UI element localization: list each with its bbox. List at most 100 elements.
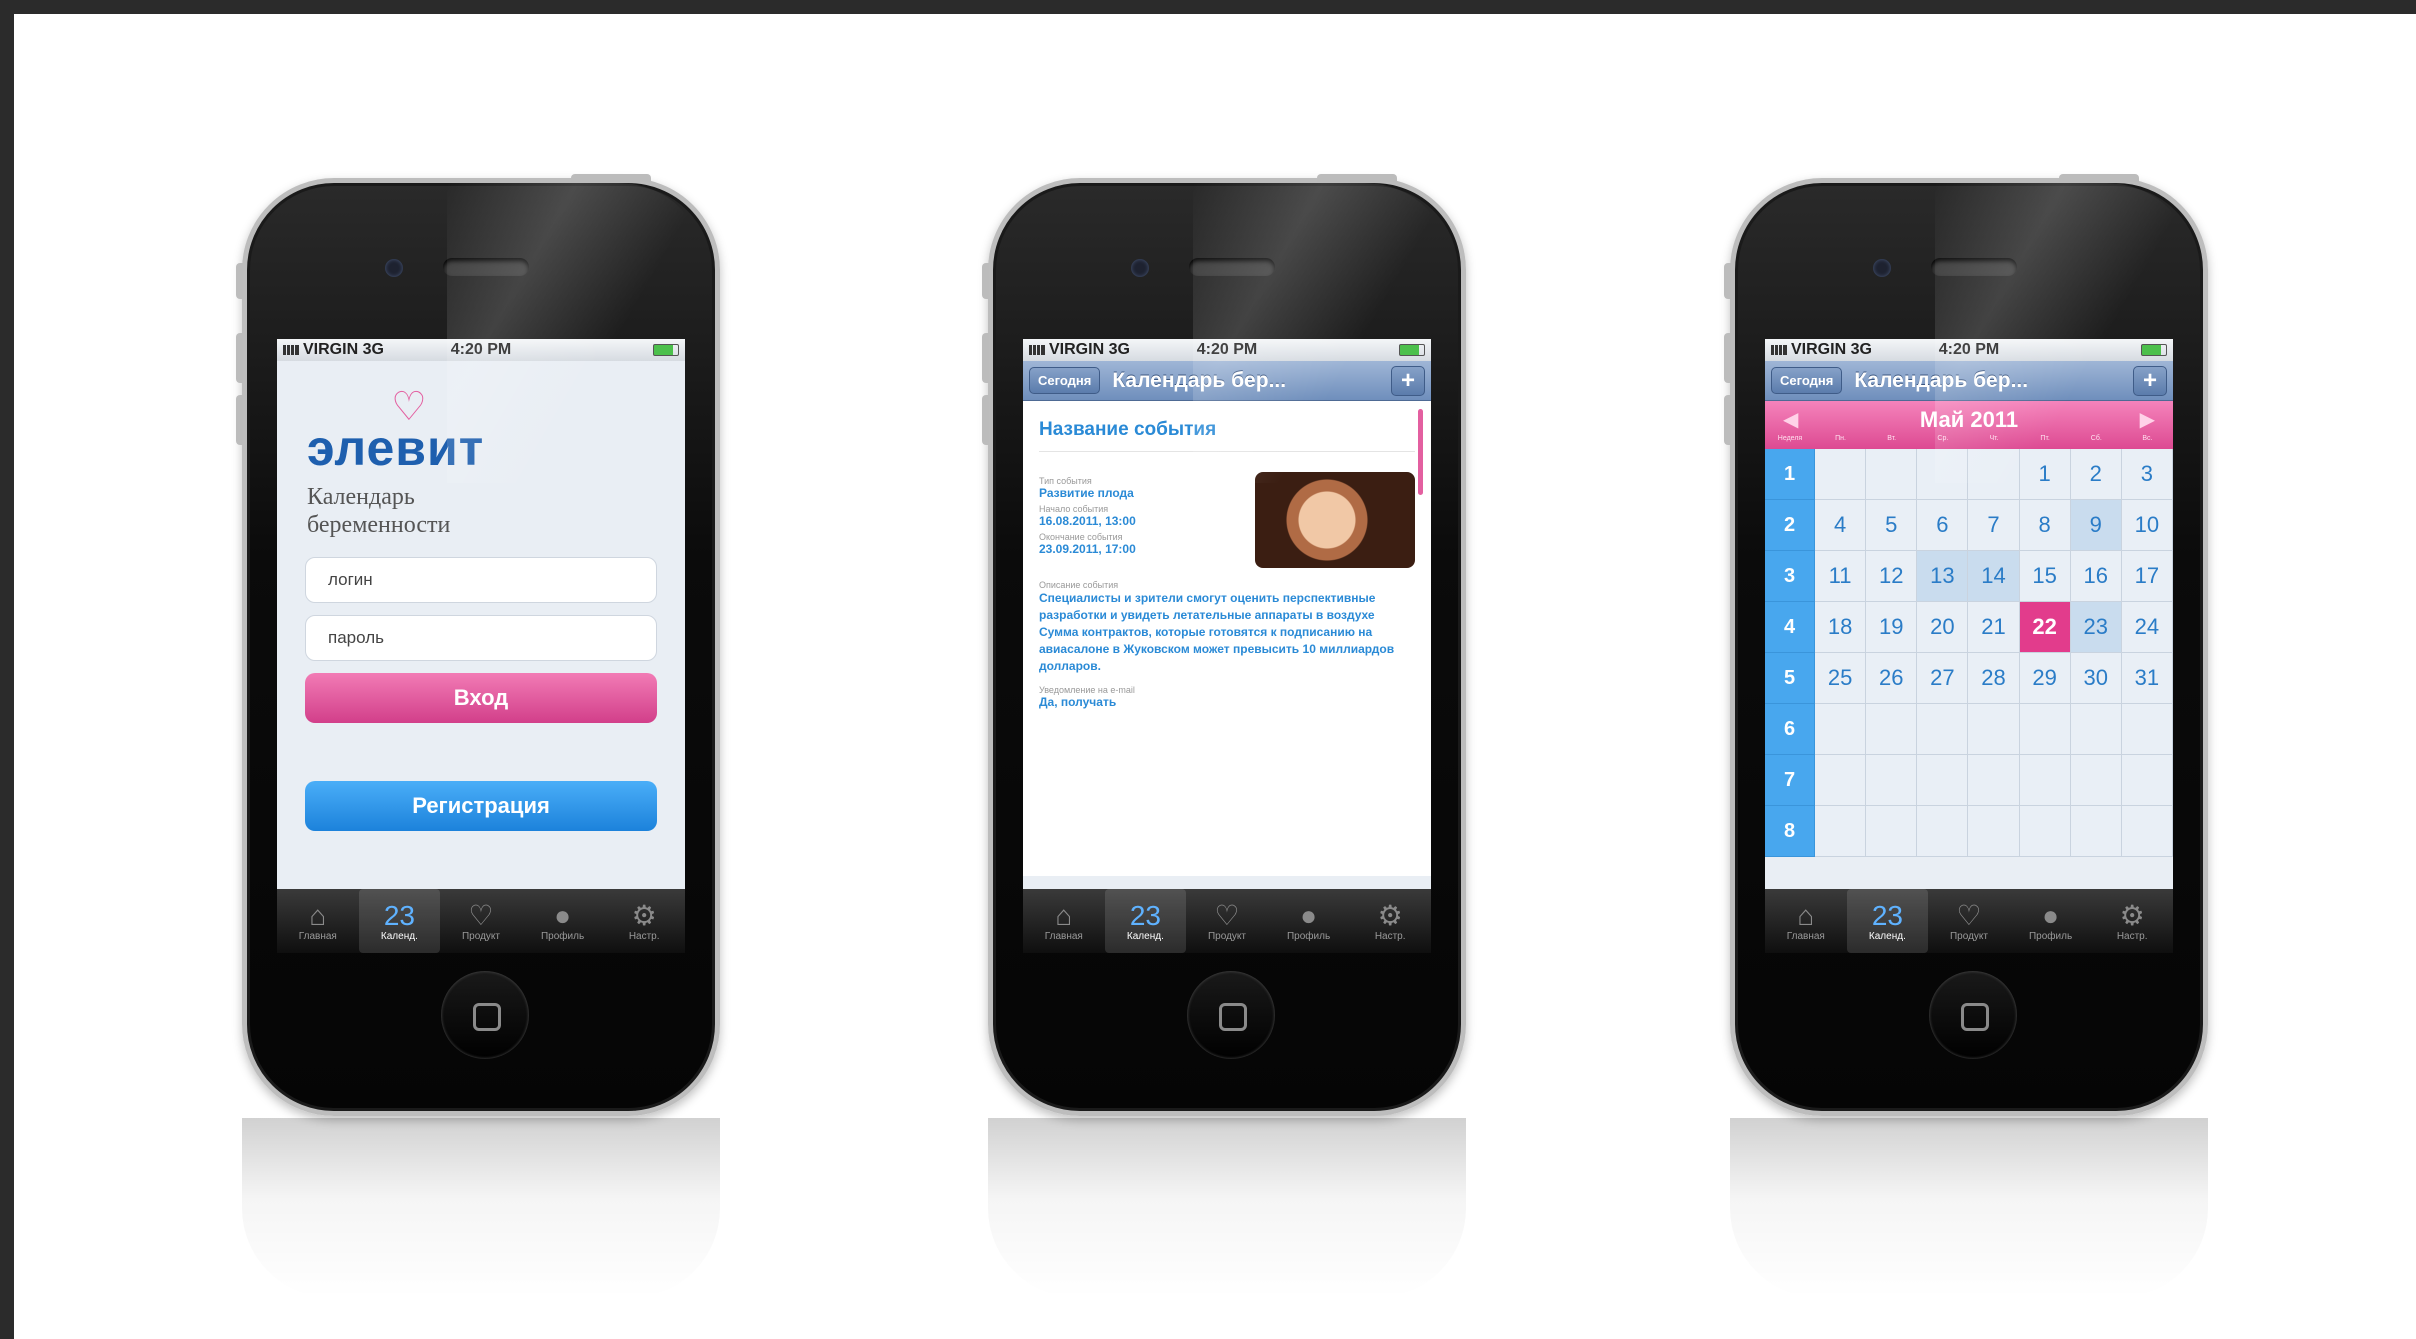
- home-icon: ⌂: [1797, 899, 1815, 931]
- login-input[interactable]: логин: [305, 557, 657, 603]
- calendar-day[interactable]: 25: [1815, 653, 1867, 704]
- type-label: Тип события: [1039, 476, 1092, 486]
- calendar-day[interactable]: 14: [1968, 551, 2020, 602]
- tab-product[interactable]: ♡ Продукт: [1928, 889, 2010, 953]
- earpiece-speaker: [1931, 258, 2017, 276]
- calendar-day[interactable]: 19: [1866, 602, 1918, 653]
- mute-switch: [1724, 263, 1731, 299]
- calendar-day[interactable]: 24: [2121, 602, 2173, 653]
- next-month-icon[interactable]: ▶: [2140, 407, 2155, 432]
- mute-switch: [236, 263, 243, 299]
- calendar-day[interactable]: 22: [2019, 602, 2071, 653]
- calendar-day[interactable]: 11: [1815, 551, 1867, 602]
- front-camera: [385, 259, 403, 277]
- calendar-day[interactable]: 7: [1968, 500, 2020, 551]
- phone-reflection: [242, 1118, 720, 1298]
- calendar-day[interactable]: 23: [2070, 602, 2122, 653]
- tab-settings[interactable]: ⚙ Настр.: [2091, 889, 2173, 953]
- earpiece-speaker: [1189, 258, 1275, 276]
- today-button[interactable]: Сегодня: [1771, 367, 1843, 394]
- tab-product[interactable]: ♡ Продукт: [1186, 889, 1268, 953]
- tab-label: Главная: [1044, 930, 1083, 942]
- calendar-empty-cell: [2070, 755, 2122, 806]
- tab-settings[interactable]: ⚙ Настр.: [1349, 889, 1431, 953]
- calendar-empty-cell: [1968, 704, 2020, 755]
- tab-calendar[interactable]: 23 Календ.: [1104, 889, 1187, 953]
- add-event-button[interactable]: +: [1391, 365, 1425, 396]
- calendar-empty-cell: [1968, 755, 2020, 806]
- product-icon: ♡: [468, 899, 494, 931]
- calendar-day[interactable]: 3: [2121, 449, 2173, 500]
- calendar-day[interactable]: 20: [1917, 602, 1969, 653]
- week-number: 1: [1765, 449, 1815, 500]
- calendar-day[interactable]: 9: [2070, 500, 2122, 551]
- tab-label: Профиль: [1286, 930, 1331, 942]
- tab-home[interactable]: ⌂ Главная: [277, 889, 359, 953]
- tab-product[interactable]: ♡ Продукт: [440, 889, 522, 953]
- add-event-button[interactable]: +: [2133, 365, 2167, 396]
- subtitle-line-2: беременности: [307, 512, 451, 538]
- event-meta-fields: Тип события Развитие плода Начало событи…: [1039, 472, 1255, 568]
- front-camera: [1873, 259, 1891, 277]
- calendar-day[interactable]: 12: [1866, 551, 1918, 602]
- tab-calendar[interactable]: 23 Календ.: [358, 889, 441, 953]
- password-input[interactable]: пароль: [305, 615, 657, 661]
- tab-home[interactable]: ⌂ Главная: [1023, 889, 1105, 953]
- calendar-day[interactable]: 31: [2121, 653, 2173, 704]
- phone-reflection: [988, 1118, 1466, 1298]
- tab-profile[interactable]: ● Профиль: [1268, 889, 1350, 953]
- description-label: Описание события: [1039, 580, 1119, 590]
- start-label: Начало события: [1039, 504, 1109, 514]
- calendar-day[interactable]: 15: [2019, 551, 2071, 602]
- tab-profile[interactable]: ● Профиль: [2010, 889, 2092, 953]
- calendar-empty-cell: [1815, 449, 1867, 500]
- calendar-day[interactable]: 17: [2121, 551, 2173, 602]
- calendar-day[interactable]: 1: [2019, 449, 2071, 500]
- notify-value: Да, получать: [1039, 695, 1117, 709]
- tab-settings[interactable]: ⚙ Настр.: [603, 889, 685, 953]
- home-button[interactable]: [441, 971, 529, 1059]
- gear-icon: ⚙: [1377, 899, 1403, 931]
- power-button: [2059, 174, 2139, 182]
- login-button[interactable]: Вход: [305, 673, 657, 723]
- tab-profile[interactable]: ● Профиль: [522, 889, 604, 953]
- tab-home[interactable]: ⌂ Главная: [1765, 889, 1847, 953]
- scroll-indicator[interactable]: [1418, 409, 1423, 495]
- calendar-day[interactable]: 13: [1917, 551, 1969, 602]
- navigation-bar: Сегодня Календарь бер... +: [1765, 361, 2173, 401]
- phone-login: VIRGIN 3G 4:20 PM ♡ элевит Календарь бер…: [236, 174, 720, 1116]
- tab-label: Продукт: [1207, 930, 1246, 942]
- calendar-empty-cell: [2019, 806, 2071, 857]
- calendar-day[interactable]: 26: [1866, 653, 1918, 704]
- home-button[interactable]: [1187, 971, 1275, 1059]
- calendar-day[interactable]: 21: [1968, 602, 2020, 653]
- tab-calendar[interactable]: 23 Календ.: [1846, 889, 1929, 953]
- calendar-empty-cell: [2121, 806, 2173, 857]
- calendar-empty-cell: [2121, 755, 2173, 806]
- today-button[interactable]: Сегодня: [1029, 367, 1101, 394]
- calendar-day[interactable]: 18: [1815, 602, 1867, 653]
- calendar-day[interactable]: 6: [1917, 500, 1969, 551]
- front-camera: [1131, 259, 1149, 277]
- profile-icon: ●: [554, 899, 572, 931]
- calendar-day[interactable]: 2: [2070, 449, 2122, 500]
- calendar-day[interactable]: 8: [2019, 500, 2071, 551]
- calendar-empty-cell: [1968, 449, 2020, 500]
- profile-icon: ●: [2042, 899, 2060, 931]
- calendar-day[interactable]: 27: [1917, 653, 1969, 704]
- calendar-day[interactable]: 5: [1866, 500, 1918, 551]
- calendar-day[interactable]: 30: [2070, 653, 2122, 704]
- calendar-day[interactable]: 4: [1815, 500, 1867, 551]
- calendar-day[interactable]: 10: [2121, 500, 2173, 551]
- calendar-day[interactable]: 28: [1968, 653, 2020, 704]
- calendar-day[interactable]: 16: [2070, 551, 2122, 602]
- calendar-day[interactable]: 29: [2019, 653, 2071, 704]
- tab-label: Главная: [1786, 930, 1825, 942]
- week-number: 8: [1765, 806, 1815, 857]
- brand-logo: элевит: [307, 420, 485, 476]
- weekday-label: Вт.: [1887, 435, 1897, 442]
- register-button[interactable]: Регистрация: [305, 781, 657, 831]
- tab-label: Настр.: [1374, 930, 1406, 942]
- home-button[interactable]: [1929, 971, 2017, 1059]
- volume-down: [1724, 395, 1731, 445]
